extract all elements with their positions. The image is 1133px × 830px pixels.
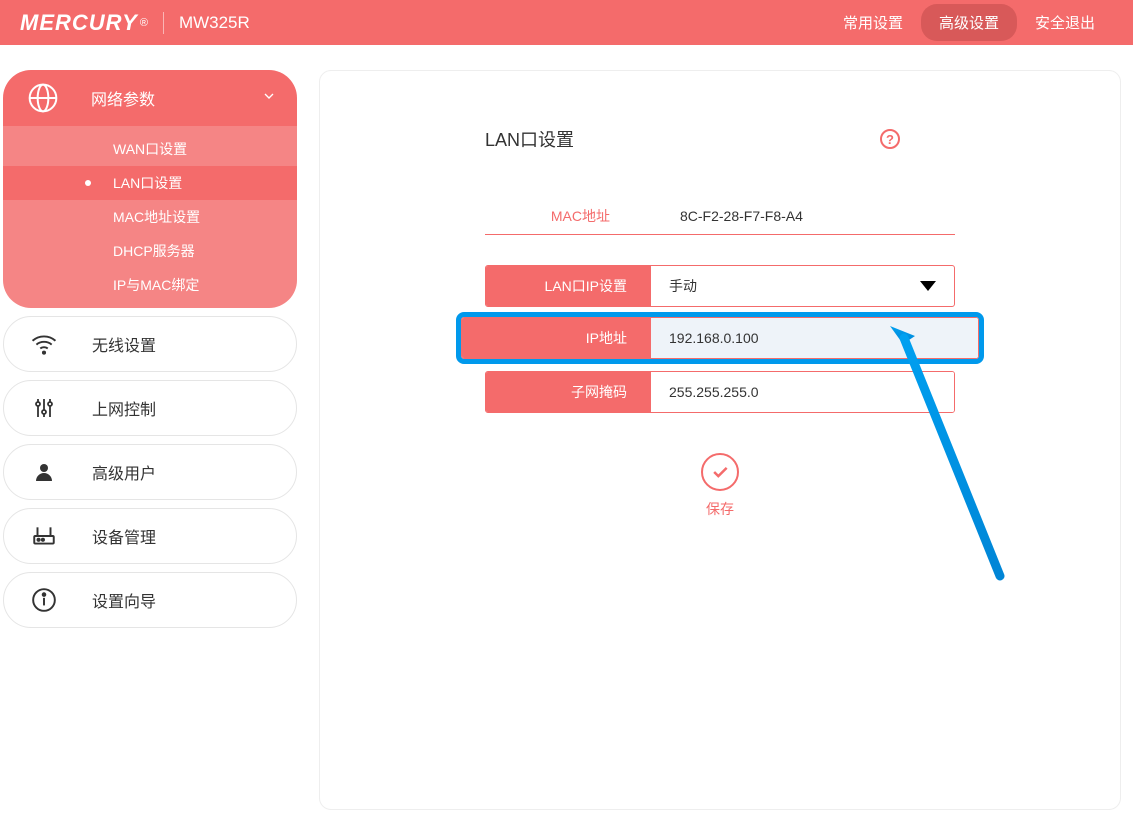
subnet-row: 子网掩码	[485, 371, 955, 413]
lan-ip-setting-value: 手动	[669, 276, 697, 296]
nav-common-settings[interactable]: 常用设置	[825, 4, 921, 41]
wifi-icon	[24, 324, 64, 364]
mac-label: MAC地址	[485, 206, 650, 226]
save-label: 保存	[440, 499, 1000, 519]
info-icon	[24, 580, 64, 620]
sidebar-item-wizard[interactable]: 设置向导	[3, 572, 297, 628]
sidebar: 网络参数 WAN口设置 LAN口设置 MAC地址设置 DHCP服务器 IP与MA…	[0, 70, 297, 636]
sidebar-item-label: 设置向导	[92, 588, 156, 612]
mac-value: 8C-F2-28-F7-F8-A4	[650, 208, 803, 224]
sidebar-item-label: 设备管理	[92, 524, 156, 548]
top-header: MERCURY ® MW325R 常用设置 高级设置 安全退出	[0, 0, 1133, 45]
router-icon	[24, 516, 64, 556]
submenu-lan[interactable]: LAN口设置	[3, 166, 297, 200]
nav-advanced-settings[interactable]: 高级设置	[921, 4, 1017, 41]
sidebar-item-advanced-user[interactable]: 高级用户	[3, 444, 297, 500]
submenu-ipmac[interactable]: IP与MAC绑定	[3, 268, 297, 302]
ip-address-row: IP地址	[461, 317, 979, 359]
sidebar-item-device-mgmt[interactable]: 设备管理	[3, 508, 297, 564]
lan-ip-setting-row: LAN口IP设置 手动	[485, 265, 955, 307]
help-icon[interactable]: ?	[880, 129, 900, 149]
lan-ip-setting-label: LAN口IP设置	[486, 266, 651, 306]
globe-icon	[23, 78, 63, 118]
subnet-label: 子网掩码	[486, 372, 651, 412]
sidebar-item-access-control[interactable]: 上网控制	[3, 380, 297, 436]
submenu-dhcp[interactable]: DHCP服务器	[3, 234, 297, 268]
nav-logout[interactable]: 安全退出	[1017, 4, 1113, 41]
submenu-network: WAN口设置 LAN口设置 MAC地址设置 DHCP服务器 IP与MAC绑定	[3, 126, 297, 308]
main-panel: LAN口设置 ? MAC地址 8C-F2-28-F7-F8-A4 LAN口IP设…	[319, 70, 1121, 810]
sidebar-item-label: 无线设置	[92, 332, 156, 356]
sidebar-item-network[interactable]: 网络参数	[3, 70, 297, 126]
mac-row: MAC地址 8C-F2-28-F7-F8-A4	[485, 197, 955, 235]
submenu-mac[interactable]: MAC地址设置	[3, 200, 297, 234]
submenu-wan[interactable]: WAN口设置	[3, 132, 297, 166]
sliders-icon	[24, 388, 64, 428]
header-divider	[163, 12, 164, 34]
page-title: LAN口设置	[485, 126, 574, 152]
check-icon	[701, 453, 739, 491]
reg-mark: ®	[140, 17, 148, 29]
sidebar-item-label: 高级用户	[92, 460, 156, 484]
sidebar-item-wireless[interactable]: 无线设置	[3, 316, 297, 372]
lan-ip-setting-select[interactable]: 手动	[651, 266, 954, 306]
subnet-input[interactable]	[651, 372, 954, 412]
chevron-down-icon	[261, 88, 277, 109]
dropdown-arrow-icon	[920, 278, 936, 294]
brand-logo: MERCURY	[20, 10, 138, 36]
ip-address-label: IP地址	[462, 318, 651, 358]
save-button[interactable]: 保存	[440, 453, 1000, 519]
sidebar-item-label: 网络参数	[91, 86, 155, 110]
model-label: MW325R	[179, 13, 250, 33]
sidebar-item-label: 上网控制	[92, 396, 156, 420]
ip-address-input[interactable]	[651, 318, 979, 358]
user-icon	[24, 452, 64, 492]
